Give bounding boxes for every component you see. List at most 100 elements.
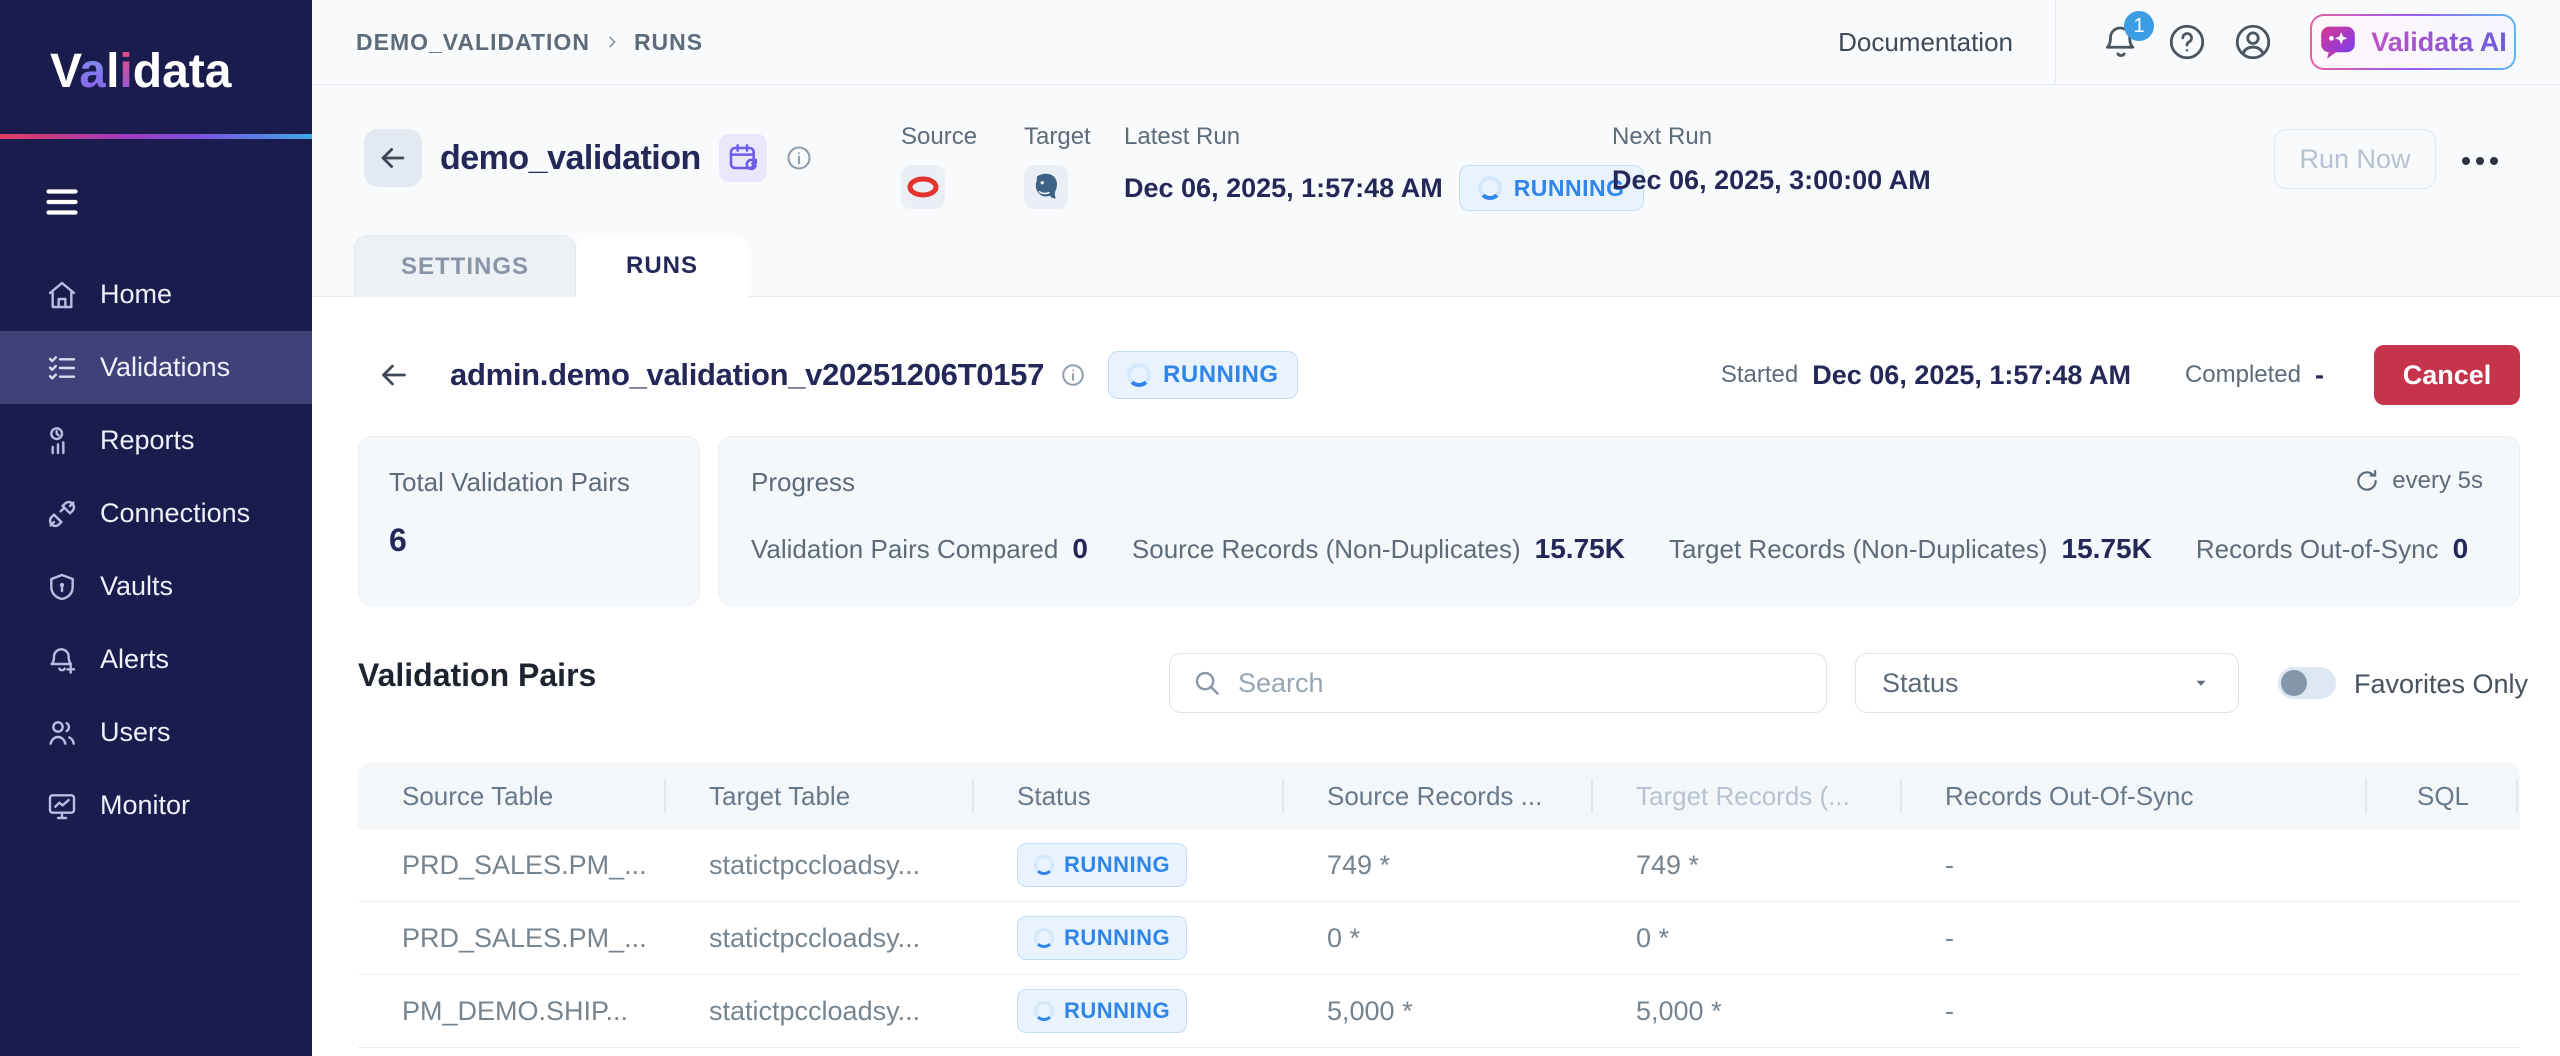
column-divider	[1900, 779, 1902, 813]
search-icon	[1192, 668, 1222, 698]
table-header: Source Table Target Table Status Source …	[358, 763, 2520, 829]
plug-icon	[46, 498, 78, 530]
column-target-records[interactable]: Target Records (...	[1592, 781, 1901, 812]
sidebar-item-label: Alerts	[100, 644, 169, 675]
run-status-badge: RUNNING	[1108, 351, 1298, 399]
notification-count-badge: 1	[2124, 11, 2154, 41]
completed-value: -	[2315, 360, 2324, 391]
metric-source-records: Source Records (Non-Duplicates) 15.75K	[1132, 533, 1625, 565]
checklist-icon	[46, 352, 78, 384]
shield-lock-icon	[46, 571, 78, 603]
table-row[interactable]: PRD_SALES.PM_... statictpccloadsy... RUN…	[358, 902, 2520, 975]
postgres-target-icon	[1024, 165, 1068, 209]
logo-segment: V	[50, 45, 79, 98]
cell-out-of-sync: -	[1901, 923, 2366, 954]
sidebar-item-alerts[interactable]: Alerts	[0, 623, 312, 696]
status-filter-select[interactable]: Status	[1855, 653, 2239, 713]
run-meta: Started Dec 06, 2025, 1:57:48 AM Complet…	[1721, 345, 2560, 405]
spinner-icon	[1034, 928, 1054, 948]
schedule-calendar-icon[interactable]	[719, 134, 767, 182]
latest-run-label: Latest Run	[1124, 123, 1644, 151]
sidebar-item-validations[interactable]: Validations	[0, 331, 312, 404]
breadcrumb-item-validation[interactable]: DEMO_VALIDATION	[356, 29, 590, 56]
ai-chat-sparkle-icon	[2319, 23, 2359, 61]
sidebar-item-label: Reports	[100, 425, 195, 456]
cell-target-records: 0 *	[1592, 923, 1901, 954]
cell-status: RUNNING	[973, 916, 1283, 960]
metric-target-records: Target Records (Non-Duplicates) 15.75K	[1669, 533, 2152, 565]
validation-pairs-title: Validation Pairs	[358, 657, 596, 694]
metric-pairs-compared: Validation Pairs Compared 0	[751, 533, 1088, 565]
refresh-icon	[2354, 468, 2380, 494]
latest-run-group: Latest Run Dec 06, 2025, 1:57:48 AM RUNN…	[1124, 123, 1644, 211]
breadcrumb: DEMO_VALIDATION RUNS	[356, 29, 703, 56]
back-button[interactable]	[364, 129, 422, 187]
user-account-icon[interactable]	[2232, 21, 2274, 63]
cell-target-table: statictpccloadsy...	[665, 996, 973, 1027]
more-options-icon[interactable]	[2458, 147, 2502, 175]
validata-ai-button[interactable]: Validata AI	[2310, 14, 2516, 70]
cell-source-table: PRD_SALES.PM_...	[358, 923, 665, 954]
column-records-out-of-sync[interactable]: Records Out-Of-Sync	[1901, 781, 2366, 812]
tab-runs[interactable]: RUNS	[576, 235, 748, 297]
row-status-badge: RUNNING	[1017, 989, 1187, 1033]
hamburger-menu-icon[interactable]	[44, 184, 80, 212]
column-divider	[972, 779, 974, 813]
favorites-only-toggle[interactable]	[2278, 667, 2336, 699]
table-row[interactable]: PM_DEMO.SHIP... statictpccloadsy... RUNN…	[358, 975, 2520, 1048]
cancel-button[interactable]: Cancel	[2374, 345, 2520, 405]
run-now-button[interactable]: Run Now	[2274, 129, 2436, 189]
sidebar-item-monitor[interactable]: Monitor	[0, 769, 312, 842]
column-target-table[interactable]: Target Table	[665, 781, 973, 812]
refresh-interval[interactable]: every 5s	[2354, 467, 2483, 495]
sidebar-item-reports[interactable]: Reports	[0, 404, 312, 477]
completed-label: Completed	[2185, 361, 2301, 389]
column-source-records[interactable]: Source Records ...	[1283, 781, 1592, 812]
sidebar-item-connections[interactable]: Connections	[0, 477, 312, 550]
toggle-knob	[2281, 670, 2307, 696]
page-title: demo_validation	[440, 139, 701, 178]
topbar: DEMO_VALIDATION RUNS Documentation 1 Val…	[312, 0, 2560, 85]
cell-source-records: 749 *	[1283, 850, 1592, 881]
sidebar-item-users[interactable]: Users	[0, 696, 312, 769]
logo-segment: l	[106, 45, 119, 98]
notifications-bell-icon[interactable]: 1	[2100, 21, 2142, 63]
sidebar-item-vaults[interactable]: Vaults	[0, 550, 312, 623]
search-box	[1169, 653, 1827, 713]
tab-settings[interactable]: SETTINGS	[354, 235, 576, 297]
validation-header: demo_validation Source Target Latest Run…	[312, 85, 2560, 297]
search-input[interactable]	[1238, 668, 1804, 699]
table-row[interactable]: PRD_SALES.PM_... statictpccloadsy... RUN…	[358, 829, 2520, 902]
spinner-icon	[1127, 363, 1151, 387]
info-icon[interactable]	[785, 144, 813, 172]
row-status-badge: RUNNING	[1017, 916, 1187, 960]
progress-label: Progress	[751, 467, 2487, 498]
sidebar-item-home[interactable]: Home	[0, 258, 312, 331]
column-status[interactable]: Status	[973, 781, 1283, 812]
column-divider	[664, 779, 666, 813]
started-label: Started	[1721, 361, 1798, 389]
progress-metrics: Validation Pairs Compared 0 Source Recor…	[751, 533, 2468, 565]
target-label: Target	[1024, 123, 1091, 151]
users-icon	[46, 717, 78, 749]
bell-plus-icon	[46, 644, 78, 676]
cell-target-table: statictpccloadsy...	[665, 850, 973, 881]
validation-title-group: demo_validation	[364, 129, 813, 187]
cell-out-of-sync: -	[1901, 850, 2366, 881]
chevron-down-icon	[2190, 672, 2212, 694]
runs-content: admin.demo_validation_v20251206T0157 RUN…	[312, 297, 2560, 1056]
topbar-actions: Documentation 1 Validata AI	[1838, 0, 2560, 84]
column-source-table[interactable]: Source Table	[358, 781, 665, 812]
status-badge-label: RUNNING	[1514, 175, 1625, 202]
cell-source-records: 0 *	[1283, 923, 1592, 954]
run-back-button[interactable]	[376, 357, 412, 393]
run-info-icon[interactable]	[1060, 362, 1086, 388]
total-pairs-value: 6	[389, 522, 669, 559]
column-sql[interactable]: SQL	[2366, 781, 2520, 812]
documentation-link[interactable]: Documentation	[1838, 27, 2013, 58]
chevron-right-icon	[604, 34, 620, 50]
help-icon[interactable]	[2166, 21, 2208, 63]
cell-status: RUNNING	[973, 843, 1283, 887]
breadcrumb-item-runs[interactable]: RUNS	[634, 29, 703, 56]
cell-source-table: PRD_SALES.PM_...	[358, 850, 665, 881]
